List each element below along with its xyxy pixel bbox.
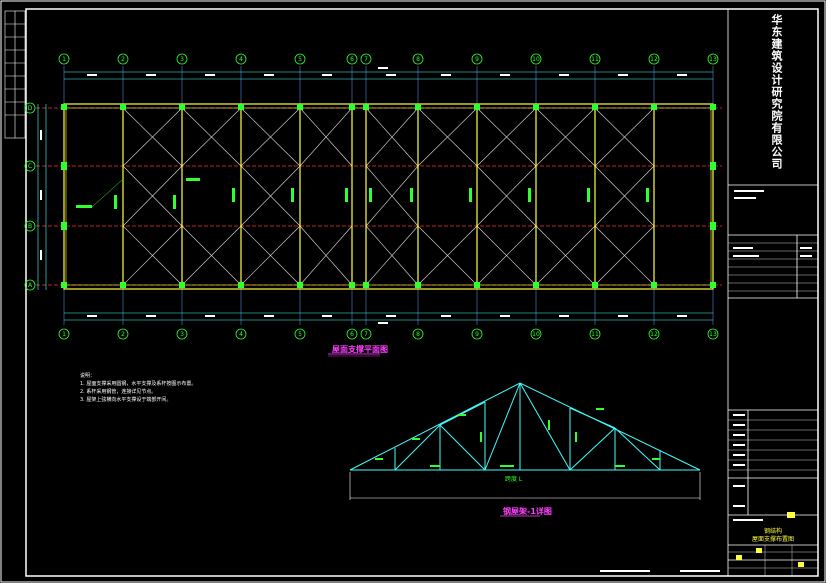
- row-label: B: [28, 223, 32, 230]
- axis-label: 13: [709, 56, 717, 63]
- cad-drawing-sheet: 1 2 3 4 5 6 7 8 9 10 11 12 13 1 2 3 4 5 6 7 8 9 10 11 12 13 DCBA: [0, 0, 826, 583]
- status-marker: [736, 555, 742, 560]
- notes-heading: 说明：: [80, 373, 96, 379]
- axis-label: 6: [350, 56, 354, 63]
- status-marker: [798, 562, 804, 567]
- axis-label: 5: [298, 331, 302, 338]
- inner-border: [25, 8, 819, 577]
- axis-label: 10: [532, 331, 540, 338]
- drawing-title: 钢结构 屋面支撑布置图: [738, 528, 808, 544]
- axis-label: 4: [239, 331, 243, 338]
- drawing-title-line1: 钢结构: [763, 528, 782, 535]
- axis-label: 2: [121, 56, 125, 63]
- truss-member-labels: [375, 408, 660, 467]
- truss-caption: 钢屋架-1详图: [503, 507, 552, 516]
- axis-label: 1: [62, 56, 66, 63]
- truss-span-label: 跨度 L: [505, 476, 523, 483]
- axis-label: 11: [591, 331, 599, 338]
- axis-label: 3: [180, 331, 184, 338]
- outer-border: [0, 0, 826, 583]
- row-label: C: [28, 163, 32, 170]
- axis-label: 5: [298, 56, 302, 63]
- axis-label: 8: [416, 56, 420, 63]
- axis-label: 12: [650, 331, 658, 338]
- binding-strip: [4, 10, 26, 139]
- axis-label: 13: [709, 331, 717, 338]
- axis-label: 6: [350, 331, 354, 338]
- axis-label: 8: [416, 331, 420, 338]
- status-marker: [756, 548, 762, 553]
- truss-dimension: [349, 472, 701, 500]
- axis-label: 3: [180, 56, 184, 63]
- note-item: 3. 屋架上弦横向水平支撑设于端部开间。: [80, 397, 172, 403]
- axis-label: 7: [364, 56, 368, 63]
- title-block-grid: [728, 242, 818, 576]
- note-item: 2. 系杆采用钢管，连接详见节点。: [80, 389, 157, 395]
- axis-label: 7: [364, 331, 368, 338]
- roof-plan: 1 2 3 4 5 6 7 8 9 10 11 12 13 1 2 3 4 5 6 7 8 9 10 11 12 13 DCBA: [24, 53, 722, 340]
- axis-label: 12: [650, 56, 658, 63]
- plan-caption: 屋面支撑平面图: [332, 345, 388, 354]
- note-item: 1. 屋面支撑采用圆钢，水平支撑及系杆按图示布置。: [80, 381, 197, 387]
- row-label: A: [28, 282, 33, 289]
- truss-elevation: [349, 382, 701, 471]
- axis-label: 2: [121, 331, 125, 338]
- axis-label: 9: [475, 331, 479, 338]
- design-notes: 说明： 1. 屋面支撑采用圆钢，水平支撑及系杆按图示布置。 2. 系杆采用钢管，…: [80, 372, 196, 404]
- axis-label: 1: [62, 331, 66, 338]
- company-name: 华东建筑设计研究院有限公司: [770, 14, 783, 170]
- axis-label: 11: [591, 56, 599, 63]
- axis-label: 10: [532, 56, 540, 63]
- axis-label: 9: [475, 56, 479, 63]
- axis-label: 4: [239, 56, 243, 63]
- row-label: D: [28, 105, 33, 112]
- drawing-title-line2: 屋面支撑布置图: [751, 536, 794, 543]
- status-marker: [787, 512, 795, 518]
